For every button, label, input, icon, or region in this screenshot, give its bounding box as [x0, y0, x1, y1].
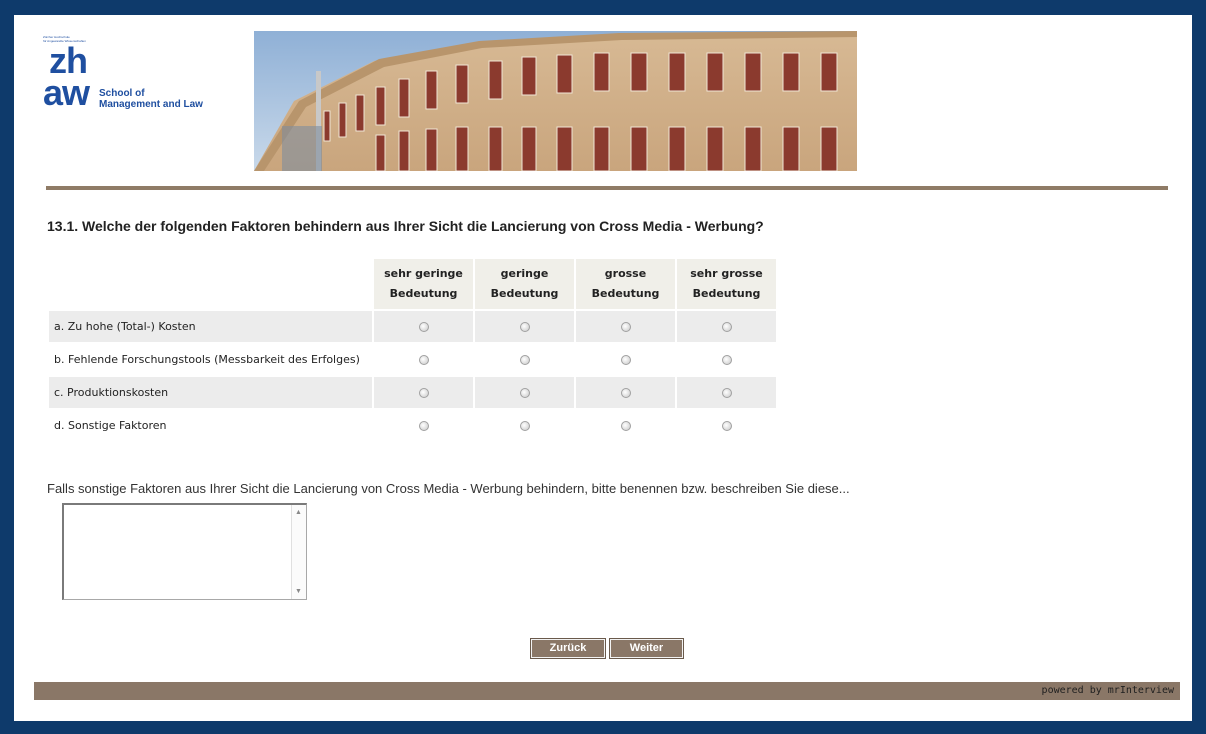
radio-cell	[475, 410, 574, 441]
back-button[interactable]: Zurück	[530, 638, 606, 659]
other-factors-prompt: Falls sonstige Faktoren aus Ihrer Sicht …	[47, 481, 850, 496]
row-label: a. Zu hohe (Total-) Kosten	[49, 311, 372, 342]
radio-cell	[677, 377, 776, 408]
radio-cell	[677, 344, 776, 375]
building-banner-image	[254, 31, 857, 171]
radio-cell	[576, 410, 675, 441]
building-illustration	[254, 31, 857, 171]
radio-button[interactable]	[620, 355, 631, 365]
radio-cell	[677, 311, 776, 342]
radio-cell	[576, 344, 675, 375]
grid-corner	[49, 259, 372, 309]
other-factors-textarea[interactable]: ▲ ▼	[62, 503, 307, 600]
radio-cell	[475, 344, 574, 375]
question-title: 13.1. Welche der folgenden Faktoren behi…	[47, 218, 764, 234]
radio-button[interactable]	[418, 421, 429, 431]
radio-cell	[374, 311, 473, 342]
grid-row: b. Fehlende Forschungstools (Messbarkeit…	[49, 344, 776, 375]
column-header-label: geringe Bedeutung	[490, 267, 559, 300]
radio-button[interactable]	[519, 322, 530, 332]
radio-button[interactable]	[721, 388, 732, 398]
row-label: d. Sonstige Faktoren	[54, 419, 167, 432]
radio-cell	[374, 344, 473, 375]
radio-button[interactable]	[721, 355, 732, 365]
column-header: grosse Bedeutung	[576, 259, 675, 309]
radio-button[interactable]	[519, 355, 530, 365]
rating-grid: sehr geringe Bedeutung geringe Bedeutung…	[47, 257, 778, 443]
column-header-label: sehr geringe Bedeutung	[384, 267, 463, 300]
grid-row: d. Sonstige Faktoren	[49, 410, 776, 441]
radio-cell	[677, 410, 776, 441]
logo-aw: aw	[43, 72, 90, 113]
scroll-down-arrow-icon[interactable]: ▼	[295, 588, 302, 595]
survey-page: Zürcher Hochschule für Angewandte Wissen…	[14, 15, 1192, 721]
column-header-label: grosse Bedeutung	[591, 267, 660, 300]
radio-cell	[374, 410, 473, 441]
column-header-label: sehr grosse Bedeutung	[690, 267, 763, 300]
radio-button[interactable]	[418, 355, 429, 365]
next-button[interactable]: Weiter	[609, 638, 684, 659]
column-header: geringe Bedeutung	[475, 259, 574, 309]
radio-cell	[576, 311, 675, 342]
radio-cell	[475, 311, 574, 342]
scroll-up-arrow-icon[interactable]: ▲	[295, 509, 302, 516]
zhaw-logo: Zürcher Hochschule für Angewandte Wissen…	[43, 35, 243, 135]
logo-school-text: School of Management and Law	[99, 88, 203, 110]
radio-cell	[374, 377, 473, 408]
column-header: sehr geringe Bedeutung	[374, 259, 473, 309]
radio-button[interactable]	[418, 388, 429, 398]
powered-by-text: powered by mrInterview	[1041, 685, 1174, 696]
grid-header-row: sehr geringe Bedeutung geringe Bedeutung…	[49, 259, 776, 309]
grid-row: c. Produktionskosten	[49, 377, 776, 408]
row-label: b. Fehlende Forschungstools (Messbarkeit…	[54, 353, 360, 366]
header-divider	[46, 186, 1168, 190]
radio-button[interactable]	[519, 421, 530, 431]
grid-row: a. Zu hohe (Total-) Kosten	[49, 311, 776, 342]
radio-button[interactable]	[620, 388, 631, 398]
radio-button[interactable]	[418, 322, 429, 332]
column-header: sehr grosse Bedeutung	[677, 259, 776, 309]
radio-button[interactable]	[620, 322, 631, 332]
radio-button[interactable]	[519, 388, 530, 398]
radio-button[interactable]	[620, 421, 631, 431]
textarea-scrollbar[interactable]: ▲ ▼	[291, 505, 306, 599]
radio-cell	[475, 377, 574, 408]
radio-button[interactable]	[721, 421, 732, 431]
row-label: c. Produktionskosten	[49, 377, 372, 408]
radio-cell	[576, 377, 675, 408]
radio-button[interactable]	[721, 322, 732, 332]
footer-bar: powered by mrInterview	[34, 682, 1180, 700]
